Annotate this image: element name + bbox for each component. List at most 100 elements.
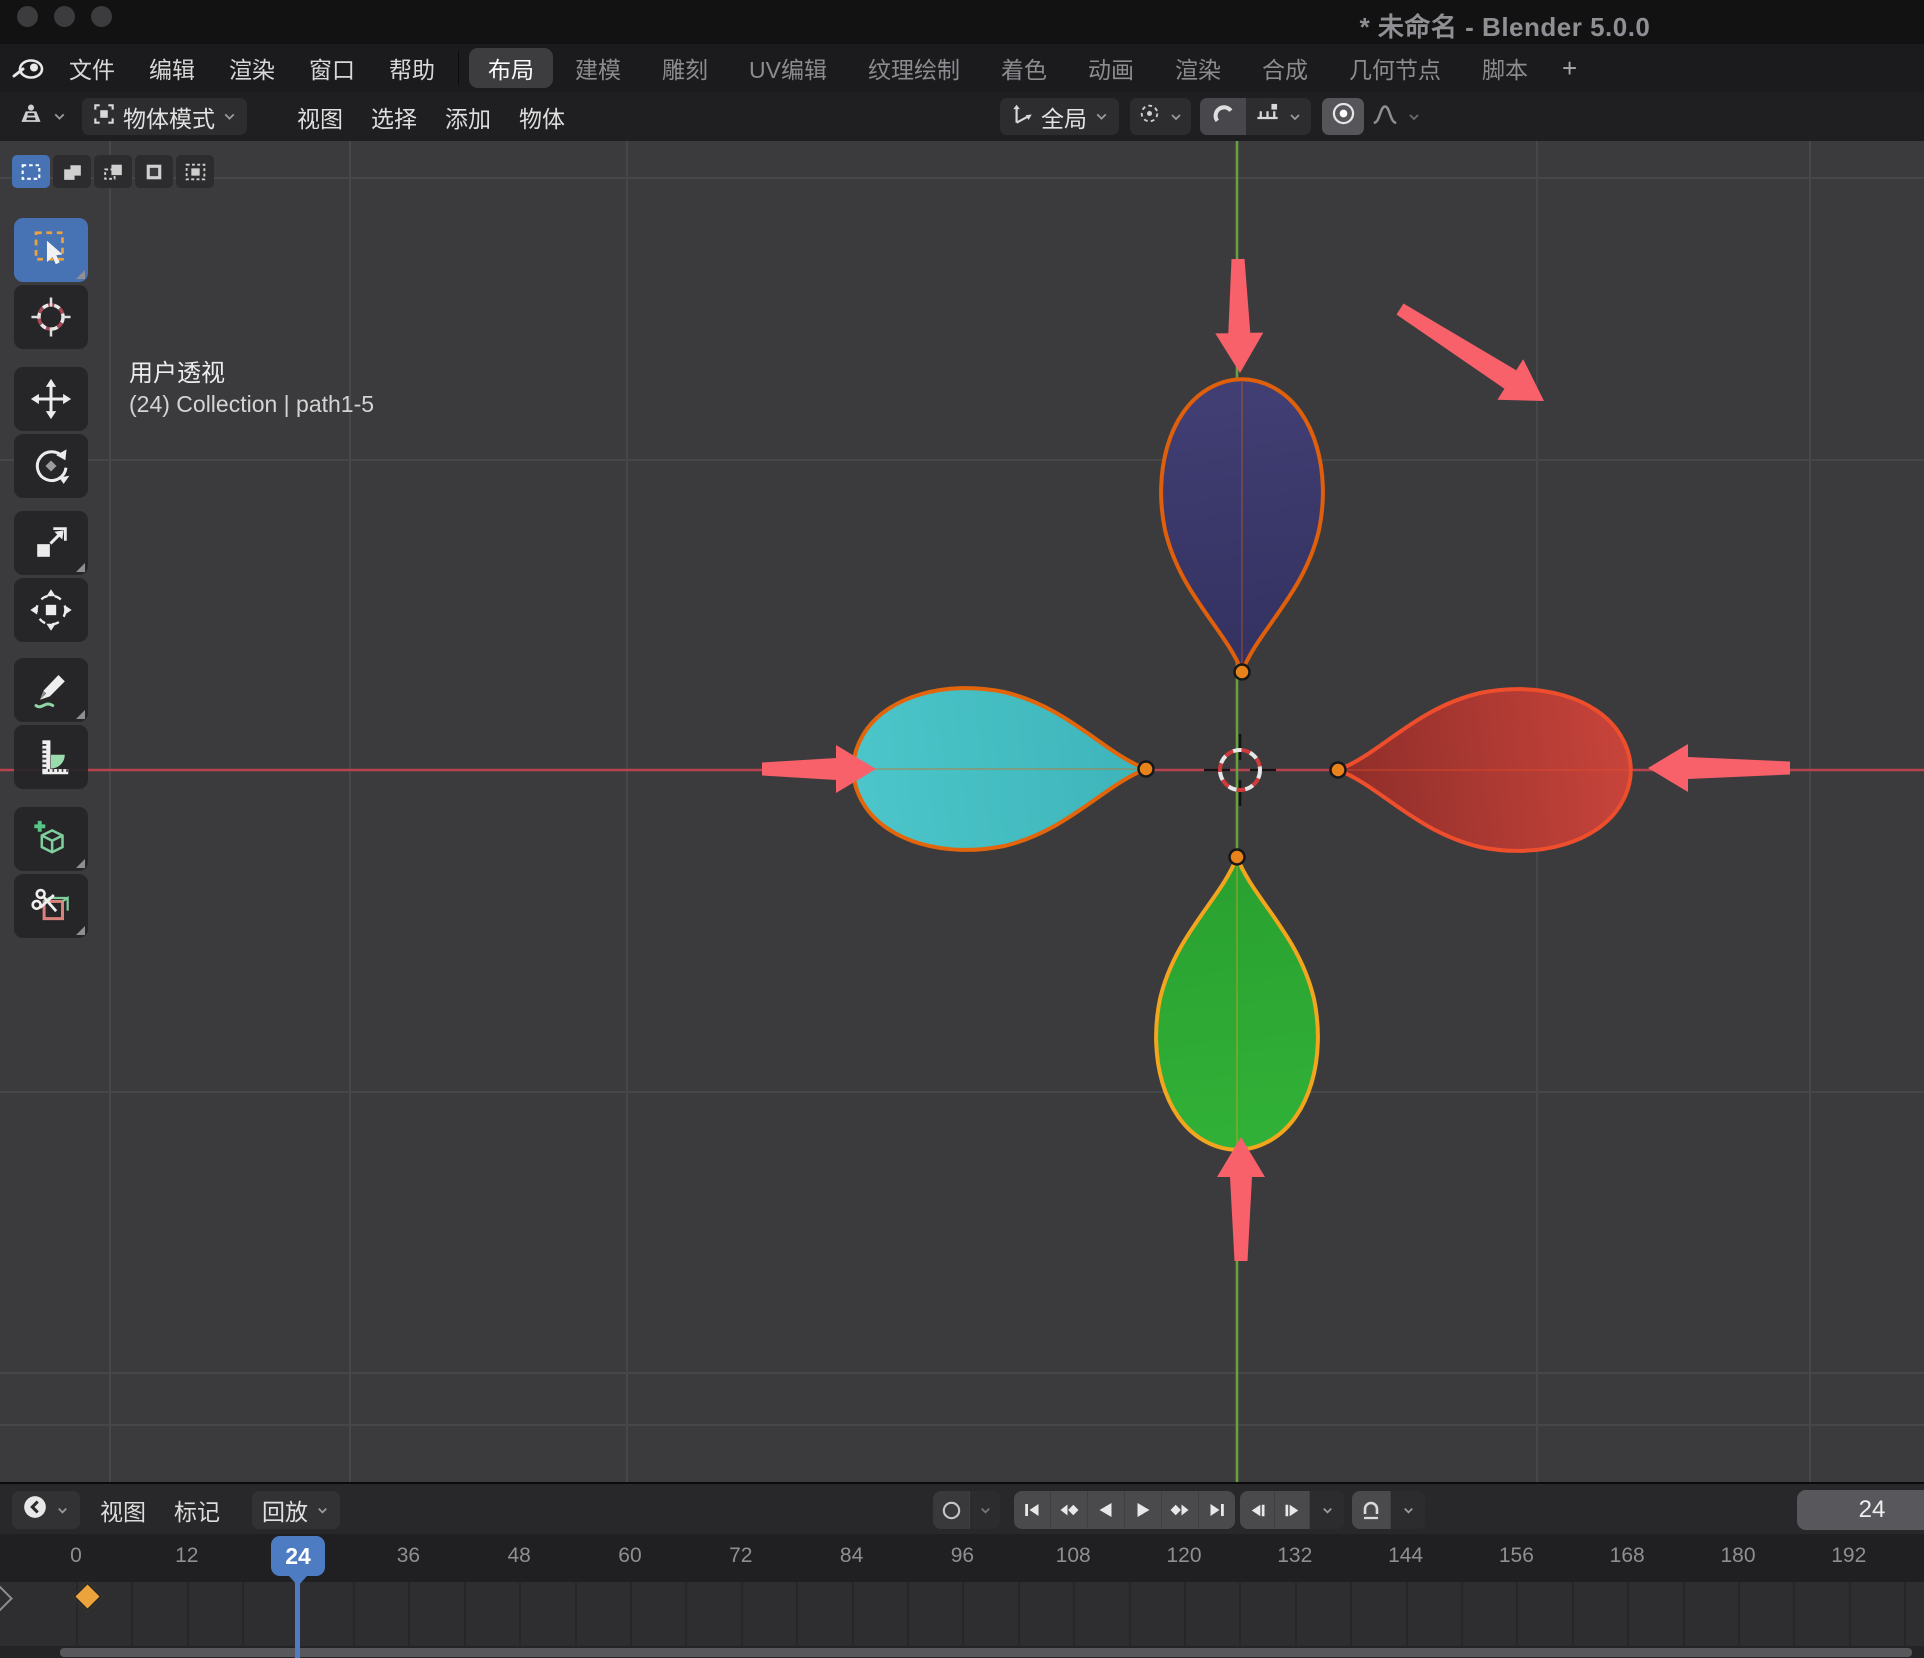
blender-logo-icon[interactable] xyxy=(10,50,46,86)
play-button[interactable] xyxy=(1125,1491,1162,1529)
timeline-menu-标记[interactable]: 标记 xyxy=(162,1491,232,1529)
timeline-scrollbar[interactable] xyxy=(60,1648,1912,1657)
play-reverse-button[interactable] xyxy=(1088,1491,1125,1529)
workspace-tab-雕刻[interactable]: 雕刻 xyxy=(643,48,727,88)
timeline-menu-视图[interactable]: 视图 xyxy=(88,1491,158,1529)
menu-编辑[interactable]: 编辑 xyxy=(132,44,212,92)
proportional-edit-toggle[interactable] xyxy=(1322,98,1364,135)
timeline-snap-group xyxy=(1352,1491,1425,1529)
menu-渲染[interactable]: 渲染 xyxy=(212,44,292,92)
workspace-tab-UV编辑[interactable]: UV编辑 xyxy=(730,48,846,88)
track-gridline xyxy=(741,1582,743,1646)
object-origin-dot[interactable] xyxy=(1331,763,1346,778)
timeline-tracks[interactable] xyxy=(0,1582,1924,1646)
chevron-down-icon xyxy=(51,108,68,125)
falloff-dropdown[interactable] xyxy=(1366,98,1426,135)
select-set-button[interactable] xyxy=(12,155,50,188)
pivot-point-dropdown[interactable] xyxy=(1130,98,1191,135)
object-mode-icon xyxy=(91,101,117,133)
auto-keyframe-dropdown[interactable] xyxy=(970,1491,1000,1529)
scissors-trim-tool[interactable] xyxy=(14,874,88,938)
track-gridline xyxy=(907,1582,909,1646)
auto-keyframe-toggle[interactable] xyxy=(933,1491,970,1529)
menu-帮助[interactable]: 帮助 xyxy=(372,44,452,92)
track-gridline xyxy=(1184,1582,1186,1646)
select-intersect-button[interactable] xyxy=(176,155,214,188)
view-name-overlay: 用户透视 xyxy=(129,353,225,388)
petal-left[interactable] xyxy=(853,688,1146,850)
measure-tool[interactable] xyxy=(14,725,88,789)
petal-right[interactable] xyxy=(1338,689,1631,851)
snap-toggle-button[interactable] xyxy=(1200,98,1246,135)
workspace-tab-合成[interactable]: 合成 xyxy=(1243,48,1327,88)
add-workspace-button[interactable]: + xyxy=(1550,48,1589,88)
workspace-tab-动画[interactable]: 动画 xyxy=(1069,48,1153,88)
current-frame-field[interactable]: 24 xyxy=(1797,1490,1924,1530)
ruler-label-132: 132 xyxy=(1277,1544,1312,1568)
scale-tool[interactable] xyxy=(14,511,88,575)
zoom-window-button[interactable] xyxy=(91,6,112,27)
mode-dropdown[interactable]: 物体模式 xyxy=(82,98,247,135)
close-window-button[interactable] xyxy=(17,6,38,27)
blender-window: * 未命名 - Blender 5.0.0 文件编辑渲染窗口帮助 布局建模雕刻U… xyxy=(0,0,1924,1658)
next-keyframe-button[interactable] xyxy=(1162,1491,1199,1529)
snap-target-dropdown[interactable] xyxy=(1246,98,1311,135)
viewport-3d[interactable]: 用户透视 (24) Collection | path1-5 xyxy=(0,141,1924,1482)
workspace-tab-脚本[interactable]: 脚本 xyxy=(1463,48,1547,88)
playback-dropdown[interactable]: 回放 xyxy=(252,1491,340,1529)
menubar-separator xyxy=(458,51,459,85)
select-subtract-button[interactable] xyxy=(94,155,132,188)
step-back-button[interactable] xyxy=(1240,1491,1275,1529)
previous-keyframe-button[interactable] xyxy=(1051,1491,1088,1529)
timeline-snap-toggle[interactable] xyxy=(1352,1491,1391,1529)
workspace-tab-纹理绘制[interactable]: 纹理绘制 xyxy=(849,48,979,88)
orientation-dropdown[interactable]: 全局 xyxy=(1000,98,1119,135)
workspace-tab-布局[interactable]: 布局 xyxy=(469,48,553,88)
menu-窗口[interactable]: 窗口 xyxy=(292,44,372,92)
tweak-select-tool[interactable] xyxy=(14,218,88,282)
viewport-menu-添加[interactable]: 添加 xyxy=(431,98,505,135)
add-cube-tool[interactable] xyxy=(14,807,88,871)
select-difference-button[interactable] xyxy=(135,155,173,188)
petal-top[interactable] xyxy=(1161,379,1323,672)
transform-tool[interactable] xyxy=(14,578,88,642)
ruler-label-72: 72 xyxy=(729,1544,752,1568)
workspace-tab-几何节点[interactable]: 几何节点 xyxy=(1330,48,1460,88)
object-origin-dot[interactable] xyxy=(1139,762,1154,777)
cursor-tool[interactable] xyxy=(14,285,88,349)
workspace-tab-着色[interactable]: 着色 xyxy=(982,48,1066,88)
workspace-tab-建模[interactable]: 建模 xyxy=(556,48,640,88)
track-gridline xyxy=(1129,1582,1131,1646)
minimize-window-button[interactable] xyxy=(54,6,75,27)
jump-to-end-button[interactable] xyxy=(1199,1491,1235,1529)
track-gridline xyxy=(1073,1582,1075,1646)
timeline-scrollbar-track xyxy=(0,1646,1924,1658)
step-forward-icon xyxy=(1281,1499,1304,1522)
workspace-tab-渲染[interactable]: 渲染 xyxy=(1156,48,1240,88)
petal-bottom[interactable] xyxy=(1156,857,1318,1150)
frame-range-dropdown[interactable] xyxy=(1310,1491,1344,1529)
ruler-label-120: 120 xyxy=(1166,1544,1201,1568)
previous-keyframe-icon xyxy=(1057,1498,1081,1522)
menu-文件[interactable]: 文件 xyxy=(52,44,132,92)
viewport-menu-物体[interactable]: 物体 xyxy=(505,98,579,135)
step-forward-button[interactable] xyxy=(1275,1491,1310,1529)
annotate-tool[interactable] xyxy=(14,658,88,722)
object-origin-dot[interactable] xyxy=(1235,665,1250,680)
object-origin-dot[interactable] xyxy=(1230,850,1245,865)
ruler-label-48: 48 xyxy=(508,1544,531,1568)
add-cube-icon xyxy=(28,816,74,862)
viewport-menu-选择[interactable]: 选择 xyxy=(357,98,431,135)
playhead-line[interactable] xyxy=(295,1578,300,1658)
rotate-tool[interactable] xyxy=(14,434,88,498)
jump-to-start-button[interactable] xyxy=(1014,1491,1051,1529)
editor-type-dropdown[interactable] xyxy=(8,98,77,135)
track-gridline xyxy=(852,1582,854,1646)
select-extend-button[interactable] xyxy=(53,155,91,188)
timeline-snap-dropdown[interactable] xyxy=(1391,1491,1425,1529)
menu-list: 文件编辑渲染窗口帮助 xyxy=(52,44,452,92)
move-tool[interactable] xyxy=(14,367,88,431)
playhead-badge[interactable]: 24 xyxy=(271,1536,325,1576)
timeline-editor-type-dropdown[interactable] xyxy=(12,1491,80,1529)
viewport-menu-视图[interactable]: 视图 xyxy=(283,98,357,135)
